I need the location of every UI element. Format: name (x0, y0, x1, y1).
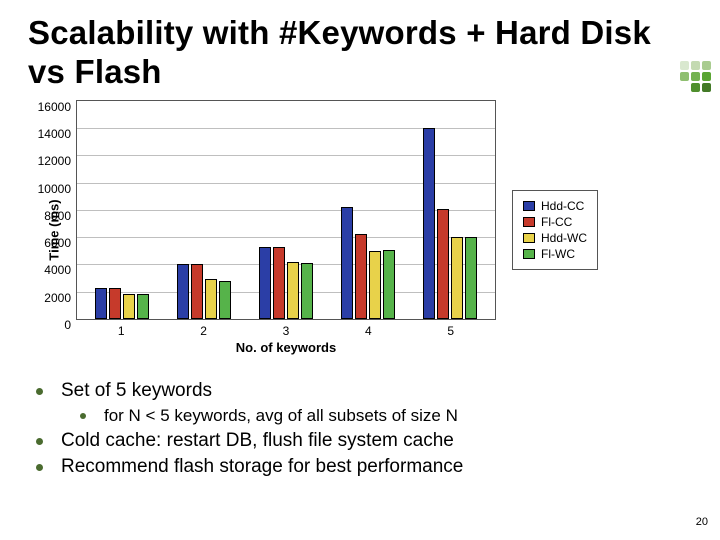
bullet-text: Set of 5 keywords (61, 380, 212, 402)
chart-ytick: 12000 (38, 155, 71, 167)
bullet-icon (36, 388, 43, 395)
chart-bar-group (341, 101, 395, 319)
chart-bar (341, 207, 353, 319)
chart-bar (383, 250, 395, 319)
bullet-level1: Set of 5 keywords (36, 380, 692, 402)
chart-ytick: 8000 (44, 210, 71, 222)
legend-swatch (523, 217, 535, 227)
chart-bar-group (423, 101, 477, 319)
bullet-icon (36, 438, 43, 445)
bullet-text: Cold cache: restart DB, flush file syste… (61, 430, 454, 452)
bullet-icon (80, 413, 86, 419)
chart-bar (191, 264, 203, 319)
chart: Time (ms) 020004000600080001000012000140… (56, 100, 646, 360)
chart-bar (259, 247, 271, 319)
chart-xtick: 2 (174, 324, 234, 338)
chart-bar (95, 288, 107, 319)
chart-bar-group (95, 101, 149, 319)
bullet-level1: Recommend flash storage for best perform… (36, 456, 692, 478)
decorative-squares (676, 60, 712, 93)
legend-swatch (523, 201, 535, 211)
chart-bar (465, 237, 477, 319)
chart-xtick: 3 (256, 324, 316, 338)
page-number: 20 (696, 516, 708, 528)
bullet-icon (36, 464, 43, 471)
chart-bar (301, 263, 313, 319)
legend-swatch (523, 249, 535, 259)
chart-xtick: 5 (421, 324, 481, 338)
chart-ytick: 0 (64, 319, 71, 331)
bullet-level1: Cold cache: restart DB, flush file syste… (36, 430, 692, 452)
chart-plot-area: 0200040006000800010000120001400016000 (76, 100, 496, 320)
bullet-text: Recommend flash storage for best perform… (61, 456, 463, 478)
chart-bar-group (177, 101, 231, 319)
chart-ytick: 14000 (38, 128, 71, 140)
chart-ytick: 16000 (38, 101, 71, 113)
chart-ytick: 4000 (44, 264, 71, 276)
chart-bar (287, 262, 299, 319)
legend-item: Hdd-WC (523, 231, 587, 245)
legend-item: Fl-WC (523, 247, 587, 261)
legend-item: Hdd-CC (523, 199, 587, 213)
chart-bar (451, 237, 463, 319)
chart-xlabel: No. of keywords (76, 340, 496, 355)
chart-bar (109, 288, 121, 319)
chart-bar (273, 247, 285, 319)
chart-bar (205, 279, 217, 319)
legend-label: Hdd-WC (541, 231, 587, 245)
legend-swatch (523, 233, 535, 243)
legend-label: Fl-CC (541, 215, 572, 229)
slide-title: Scalability with #Keywords + Hard Disk v… (28, 14, 692, 92)
chart-bar (437, 209, 449, 319)
chart-legend: Hdd-CC Fl-CC Hdd-WC Fl-WC (512, 190, 598, 270)
legend-item: Fl-CC (523, 215, 587, 229)
legend-label: Fl-WC (541, 247, 575, 261)
bullet-text: for N < 5 keywords, avg of all subsets o… (104, 406, 458, 426)
chart-bar (177, 264, 189, 319)
chart-xtick: 4 (338, 324, 398, 338)
chart-xtick: 1 (91, 324, 151, 338)
bullet-level2: for N < 5 keywords, avg of all subsets o… (80, 406, 692, 426)
chart-ytick: 6000 (44, 237, 71, 249)
chart-ytick: 10000 (38, 183, 71, 195)
chart-bar (137, 294, 149, 319)
chart-xticks: 1 2 3 4 5 (76, 324, 496, 338)
chart-bar (355, 234, 367, 318)
chart-ytick: 2000 (44, 292, 71, 304)
legend-label: Hdd-CC (541, 199, 584, 213)
chart-bar (369, 251, 381, 319)
chart-bar (423, 128, 435, 319)
chart-bar (123, 294, 135, 319)
chart-bar (219, 281, 231, 319)
chart-bar-group (259, 101, 313, 319)
